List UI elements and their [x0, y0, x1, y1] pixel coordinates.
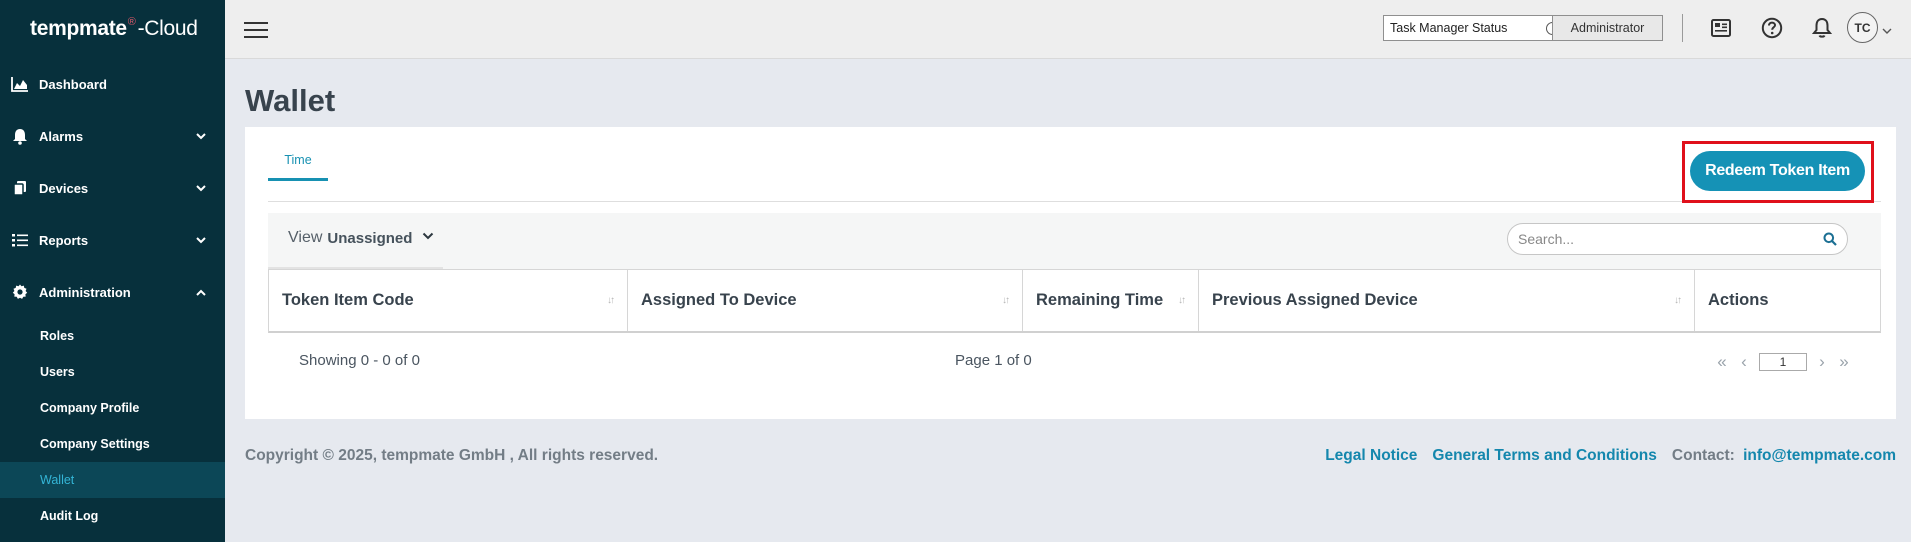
chevron-down-icon — [195, 234, 207, 246]
footer-links: Legal Notice General Terms and Condition… — [1310, 447, 1896, 465]
page-title: Wallet — [245, 83, 336, 118]
view-value: Unassigned — [327, 229, 413, 247]
role-button[interactable]: Administrator — [1552, 15, 1663, 41]
user-avatar[interactable]: TC — [1847, 12, 1878, 43]
contact-email-link[interactable]: info@tempmate.com — [1743, 447, 1896, 464]
sidebar-item-alarms[interactable]: Alarms — [0, 110, 225, 162]
last-page-icon[interactable]: » — [1833, 352, 1855, 372]
logo-brand: tempmate — [30, 17, 127, 40]
sidebar-subitem-company-profile[interactable]: Company Profile — [0, 390, 225, 426]
gear-icon — [10, 282, 30, 302]
sort-icon[interactable]: ↓↑ — [607, 295, 615, 306]
view-label: View — [288, 229, 323, 246]
list-icon — [10, 230, 30, 250]
chevron-down-icon[interactable] — [1882, 22, 1892, 34]
tab-time[interactable]: Time — [268, 153, 328, 167]
sidebar-item-label: Dashboard — [39, 76, 107, 92]
administration-submenu: Roles Users Company Profile Company Sett… — [0, 318, 225, 534]
sidebar-item-devices[interactable]: Devices — [0, 162, 225, 214]
chevron-down-icon — [422, 232, 434, 244]
sidebar: tempmate ® -Cloud Dashboard Alarms Devices… — [0, 0, 225, 542]
chevron-up-icon — [195, 286, 207, 298]
page-info: Page 1 of 0 — [955, 352, 1032, 369]
column-header-assigned-to-device[interactable]: Assigned To Device ↓↑ — [628, 270, 1023, 331]
sidebar-subitem-audit-log[interactable]: Audit Log — [0, 498, 225, 534]
task-manager-status-toggle[interactable]: Task Manager Status — [1383, 15, 1566, 41]
sidebar-item-label: Administration — [39, 284, 131, 300]
column-header-remaining-time[interactable]: Remaining Time ↓↑ — [1023, 270, 1199, 331]
pagination: « ‹ › » — [1711, 352, 1855, 372]
redeem-token-item-button[interactable]: Redeem Token Item — [1690, 151, 1865, 191]
devices-icon — [10, 178, 30, 198]
sidebar-subitem-roles[interactable]: Roles — [0, 318, 225, 354]
first-page-icon[interactable]: « — [1711, 352, 1733, 372]
column-header-token-item-code[interactable]: Token Item Code ↓↑ — [269, 270, 628, 331]
sort-icon[interactable]: ↓↑ — [1178, 295, 1186, 306]
column-header-label: Previous Assigned Device — [1212, 291, 1418, 309]
hamburger-menu-icon[interactable] — [244, 22, 268, 40]
view-filter-dropdown[interactable]: View Unassigned — [288, 229, 434, 247]
column-header-label: Token Item Code — [282, 291, 414, 309]
copyright-text: Copyright © 2025, tempmate GmbH , All ri… — [245, 447, 659, 464]
active-tab-indicator — [268, 178, 328, 181]
notifications-bell-icon[interactable] — [1808, 14, 1836, 42]
next-page-icon[interactable]: › — [1811, 352, 1833, 372]
news-icon[interactable] — [1707, 14, 1735, 42]
task-manager-status-label: Task Manager Status — [1390, 21, 1508, 35]
sort-icon[interactable]: ↓↑ — [1002, 295, 1010, 306]
area-chart-icon — [10, 74, 30, 94]
column-header-label: Remaining Time — [1036, 291, 1164, 309]
page-number-input[interactable] — [1759, 353, 1807, 371]
wallet-card: Time Redeem Token Item View Unassigned T… — [245, 127, 1896, 419]
app-logo[interactable]: tempmate ® -Cloud — [0, 0, 225, 58]
contact-label: Contact: — [1671, 447, 1735, 464]
topbar-divider — [1682, 14, 1683, 42]
legal-notice-link[interactable]: Legal Notice — [1325, 447, 1417, 465]
logo-mark: ® — [127, 16, 136, 28]
sidebar-subitem-company-settings[interactable]: Company Settings — [0, 426, 225, 462]
chevron-down-icon — [195, 182, 207, 194]
sidebar-item-reports[interactable]: Reports — [0, 214, 225, 266]
sidebar-item-label: Reports — [39, 232, 89, 248]
sort-icon[interactable]: ↓↑ — [1674, 295, 1682, 306]
search-box[interactable] — [1507, 223, 1848, 255]
sidebar-subitem-wallet[interactable]: Wallet — [0, 462, 225, 498]
column-header-label: Assigned To Device — [641, 291, 797, 309]
sidebar-subitem-users[interactable]: Users — [0, 354, 225, 390]
contact: Contact: info@tempmate.com — [1672, 447, 1896, 465]
help-icon[interactable] — [1758, 14, 1786, 42]
search-input[interactable] — [1518, 229, 1808, 249]
sidebar-item-dashboard[interactable]: Dashboard — [0, 58, 225, 110]
showing-count: Showing 0 - 0 of 0 — [299, 352, 420, 369]
sidebar-item-label: Alarms — [39, 128, 84, 144]
column-header-label: Actions — [1708, 291, 1769, 309]
previous-page-icon[interactable]: ‹ — [1733, 352, 1755, 372]
logo-suffix: -Cloud — [137, 17, 198, 40]
top-bar: Task Manager Status Administrator TC — [225, 0, 1911, 59]
column-header-previous-assigned-device[interactable]: Previous Assigned Device ↓↑ — [1199, 270, 1695, 331]
tab-divider — [268, 201, 1881, 202]
search-icon[interactable] — [1823, 232, 1837, 246]
sidebar-item-label: Devices — [39, 180, 89, 196]
column-header-actions: Actions — [1695, 270, 1880, 331]
bell-icon — [10, 126, 30, 146]
terms-link[interactable]: General Terms and Conditions — [1432, 447, 1657, 465]
sidebar-item-administration[interactable]: Administration — [0, 266, 225, 318]
chevron-down-icon — [195, 130, 207, 142]
table-header: Token Item Code ↓↑ Assigned To Device ↓↑… — [268, 269, 1881, 333]
